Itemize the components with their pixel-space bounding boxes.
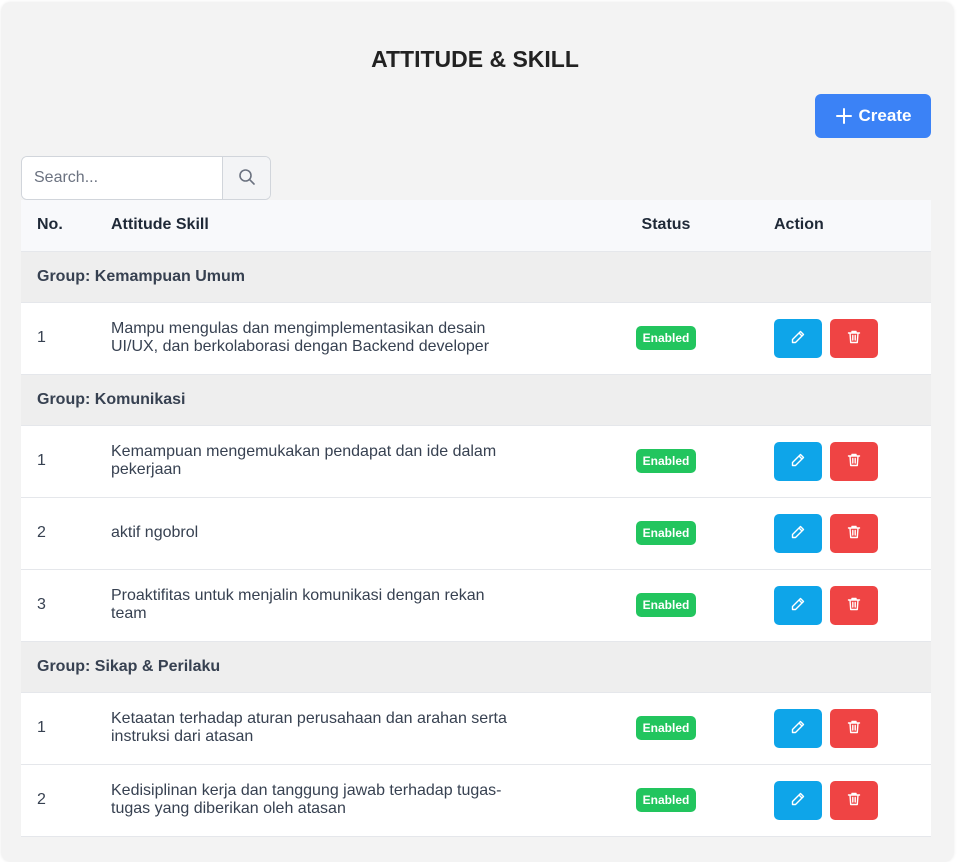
group-row: Group: Komunikasi [21,374,931,426]
search-input[interactable] [22,157,222,199]
skill-text: aktif ngobrol [111,524,199,541]
plus-icon [835,107,853,125]
edit-button[interactable] [774,780,822,820]
search-icon [238,168,256,189]
table-row: 1 Mampu mengulas dan mengimplementasikan… [21,302,931,375]
row-number: 1 [21,302,111,375]
table-header-row: No. Attitude Skill Status Action [21,200,931,252]
skill-text: Kedisiplinan kerja dan tanggung jawab te… [111,782,502,817]
group-row: Group: Kemampuan Umum [21,251,931,303]
pencil-icon [790,329,806,348]
trash-icon [846,596,862,615]
edit-button[interactable] [774,441,822,481]
delete-button[interactable] [830,780,878,820]
pencil-icon [790,596,806,615]
status-badge: Enabled [635,593,697,617]
group-label: Group: Kemampuan Umum [21,251,931,303]
create-button-label: Create [858,106,912,125]
group-row: Group: Sikap & Perilaku [21,641,931,693]
edit-button[interactable] [774,585,822,625]
trash-icon [846,329,862,348]
status-badge: Enabled [635,326,697,350]
trash-icon [846,719,862,738]
row-number: 1 [21,692,111,765]
group-label: Group: Sikap & Perilaku [21,641,931,693]
header-attitude-skill: Attitude Skill [111,200,581,252]
delete-button[interactable] [830,513,878,553]
pencil-icon [790,791,806,810]
header-action: Action [751,200,931,252]
trash-icon [846,791,862,810]
table-row: 1 Kemampuan mengemukakan pendapat dan id… [21,425,931,498]
edit-button[interactable] [774,513,822,553]
header-status: Status [581,200,751,252]
status-badge: Enabled [635,449,697,473]
delete-button[interactable] [830,708,878,748]
pencil-icon [790,452,806,471]
search-bar [21,156,271,200]
page-card: ATTITUDE & SKILL Create No. Attitude Ski… [1,2,954,862]
group-label: Group: Komunikasi [21,374,931,426]
row-number: 2 [21,764,111,837]
header-no: No. [21,200,111,252]
skill-text: Kemampuan mengemukakan pendapat dan ide … [111,443,497,478]
skill-text: Proaktifitas untuk menjalin komunikasi d… [111,587,485,622]
skill-text: Ketaatan terhadap aturan perusahaan dan … [111,710,507,745]
table-row: 3 Proaktifitas untuk menjalin komunikasi… [21,569,931,642]
table-row: 2 Kedisiplinan kerja dan tanggung jawab … [21,764,931,837]
skill-text: Mampu mengulas dan mengimplementasikan d… [111,320,490,355]
delete-button[interactable] [830,318,878,358]
pencil-icon [790,719,806,738]
delete-button[interactable] [830,441,878,481]
table-row: 2 aktif ngobrol Enabled [21,497,931,570]
edit-button[interactable] [774,318,822,358]
status-badge: Enabled [635,521,697,545]
row-number: 2 [21,497,111,570]
page-title: ATTITUDE & SKILL [371,46,579,72]
create-button[interactable]: Create [815,94,931,138]
status-badge: Enabled [635,788,697,812]
table-row: 1 Ketaatan terhadap aturan perusahaan da… [21,692,931,765]
delete-button[interactable] [830,585,878,625]
row-number: 3 [21,569,111,642]
trash-icon [846,524,862,543]
row-number: 1 [21,425,111,498]
search-button[interactable] [222,157,270,199]
pencil-icon [790,524,806,543]
skills-table: No. Attitude Skill Status Action Group: … [21,200,931,837]
edit-button[interactable] [774,708,822,748]
status-badge: Enabled [635,716,697,740]
trash-icon [846,452,862,471]
